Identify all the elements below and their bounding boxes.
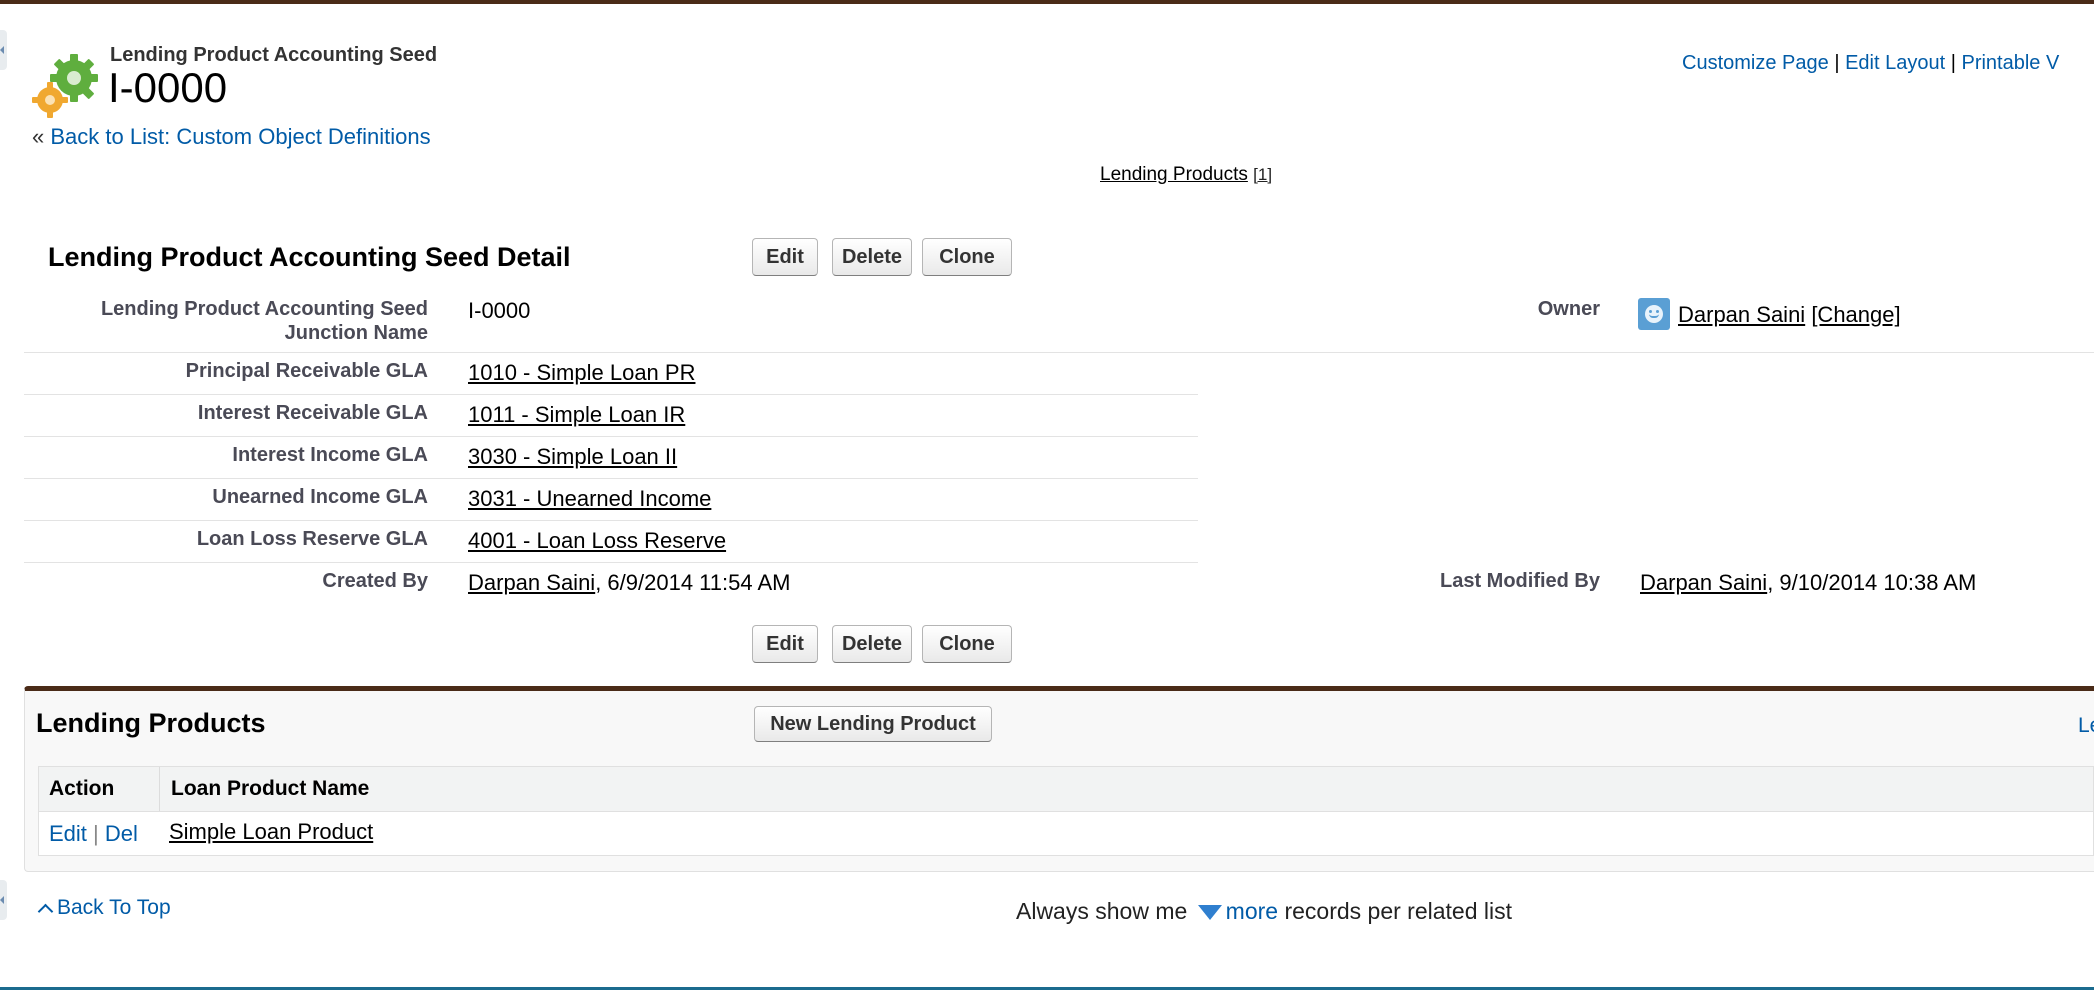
- related-hover-count[interactable]: [1]: [1253, 165, 1272, 184]
- loan-loss-reserve-value: 4001 - Loan Loss Reserve: [468, 528, 726, 554]
- last-modified-by-value: Darpan Saini, 9/10/2014 10:38 AM: [1640, 570, 1976, 596]
- last-modified-by-label: Last Modified By: [1439, 570, 1600, 592]
- principal-receivable-link[interactable]: 1010 - Simple Loan PR: [468, 360, 695, 385]
- delete-button-bottom[interactable]: Delete: [832, 625, 912, 663]
- junction-name-label-line1: Lending Product Accounting Seed: [100, 298, 428, 320]
- edit-layout-link[interactable]: Edit Layout: [1845, 52, 1945, 74]
- more-records-link[interactable]: more: [1226, 898, 1278, 924]
- customize-page-link[interactable]: Customize Page: [1682, 52, 1829, 74]
- triangle-down-icon[interactable]: [1197, 905, 1222, 920]
- link-separator: |: [1834, 52, 1846, 74]
- interest-income-link[interactable]: 3030 - Simple Loan II: [468, 444, 677, 469]
- user-face-icon: [1645, 305, 1663, 323]
- interest-income-label: Interest Income GLA: [232, 444, 428, 466]
- owner-avatar-icon: [1638, 298, 1670, 330]
- detail-section-title: Lending Product Accounting Seed Detail: [48, 242, 571, 272]
- back-to-top-link[interactable]: Back To Top: [57, 896, 171, 919]
- related-list-go-to-list-link[interactable]: Le: [2078, 714, 2094, 738]
- row-delete-link[interactable]: Del: [105, 821, 138, 846]
- printable-view-link[interactable]: Printable V: [1961, 52, 2059, 74]
- interest-receivable-value: 1011 - Simple Loan IR: [468, 402, 685, 428]
- related-list-title: Lending Products: [36, 708, 266, 738]
- junction-name-value: I-0000: [468, 298, 531, 323]
- table-header-row: Action Loan Product Name: [39, 767, 2093, 812]
- sidebar-collapse-handle-bottom[interactable]: [0, 880, 7, 920]
- column-header-action: Action: [49, 777, 115, 800]
- edit-button[interactable]: Edit: [752, 238, 818, 276]
- gears-icon: [32, 54, 98, 118]
- top-border: [0, 0, 2094, 4]
- interest-receivable-link[interactable]: 1011 - Simple Loan IR: [468, 402, 685, 427]
- loan-product-name-cell: Simple Loan Product: [169, 819, 373, 845]
- row-divider: [24, 478, 1198, 479]
- row-divider: [24, 394, 1198, 395]
- sidebar-collapse-handle[interactable]: [0, 30, 7, 70]
- junction-name-label-line2: Junction Name: [284, 322, 428, 344]
- created-by-value: Darpan Saini, 6/9/2014 11:54 AM: [468, 570, 790, 596]
- column-separator: [159, 767, 160, 811]
- principal-receivable-value: 1010 - Simple Loan PR: [468, 360, 695, 386]
- owner-change-link[interactable]: [Change]: [1811, 302, 1900, 327]
- related-list-hover-links: Lending Products [1]: [1100, 164, 1272, 186]
- row-divider: [24, 562, 1198, 563]
- row-divider: [24, 520, 1198, 521]
- principal-receivable-label: Principal Receivable GLA: [185, 360, 428, 382]
- modified-by-user-link[interactable]: Darpan Saini: [1640, 570, 1767, 595]
- related-list-table: Action Loan Product Name Edit | Del Simp…: [38, 766, 2094, 856]
- owner-label: Owner: [1537, 298, 1600, 320]
- owner-value: Darpan Saini [Change]: [1678, 302, 1901, 328]
- loan-loss-reserve-link[interactable]: 4001 - Loan Loss Reserve: [468, 528, 726, 553]
- created-by-date: , 6/9/2014 11:54 AM: [595, 570, 791, 595]
- breadcrumb: « Back to List: Custom Object Definition…: [32, 124, 431, 150]
- clone-button-bottom[interactable]: Clone: [922, 625, 1012, 663]
- owner-name-link[interactable]: Darpan Saini: [1678, 302, 1805, 327]
- always-show-text: Always show me: [1016, 898, 1188, 924]
- row-divider: [24, 436, 1198, 437]
- back-arrow-glyph: «: [32, 124, 45, 149]
- page-links: Customize Page | Edit Layout | Printable…: [1682, 52, 2059, 75]
- created-by-user-link[interactable]: Darpan Saini: [468, 570, 595, 595]
- clone-button[interactable]: Clone: [922, 238, 1012, 276]
- records-per-list-text: records per related list: [1284, 898, 1513, 924]
- column-header-loan-product-name: Loan Product Name: [171, 777, 370, 800]
- loan-product-name-link[interactable]: Simple Loan Product: [169, 819, 373, 844]
- unearned-income-link[interactable]: 3031 - Unearned Income: [468, 486, 711, 511]
- created-by-label: Created By: [322, 570, 428, 592]
- delete-button[interactable]: Delete: [832, 238, 912, 276]
- loan-loss-reserve-label: Loan Loss Reserve GLA: [196, 528, 428, 550]
- back-to-list-link[interactable]: Back to List: Custom Object Definitions: [50, 124, 430, 149]
- sidebar-arrow-icon-bottom: [0, 896, 4, 904]
- page-title: I-0000: [108, 64, 228, 111]
- row-edit-link[interactable]: Edit: [49, 821, 87, 846]
- action-separator: |: [93, 821, 99, 846]
- back-to-top[interactable]: Back To Top: [37, 896, 171, 920]
- interest-receivable-label: Interest Receivable GLA: [197, 402, 428, 424]
- unearned-income-value: 3031 - Unearned Income: [468, 486, 711, 512]
- interest-income-value: 3030 - Simple Loan II: [468, 444, 677, 470]
- modified-by-date: , 9/10/2014 10:38 AM: [1767, 570, 1977, 595]
- table-row: Edit | Del: [49, 821, 138, 847]
- unearned-income-label: Unearned Income GLA: [212, 486, 428, 508]
- caret-up-icon: [37, 903, 54, 920]
- sidebar-arrow-icon: [0, 46, 4, 54]
- related-hover-lending-products[interactable]: Lending Products: [1100, 164, 1248, 185]
- link-separator: |: [1950, 52, 1962, 74]
- new-lending-product-button[interactable]: New Lending Product: [754, 706, 992, 742]
- edit-button-bottom[interactable]: Edit: [752, 625, 818, 663]
- records-per-list-control: Always show me more records per related …: [1016, 898, 1512, 925]
- row-divider: [24, 352, 2094, 353]
